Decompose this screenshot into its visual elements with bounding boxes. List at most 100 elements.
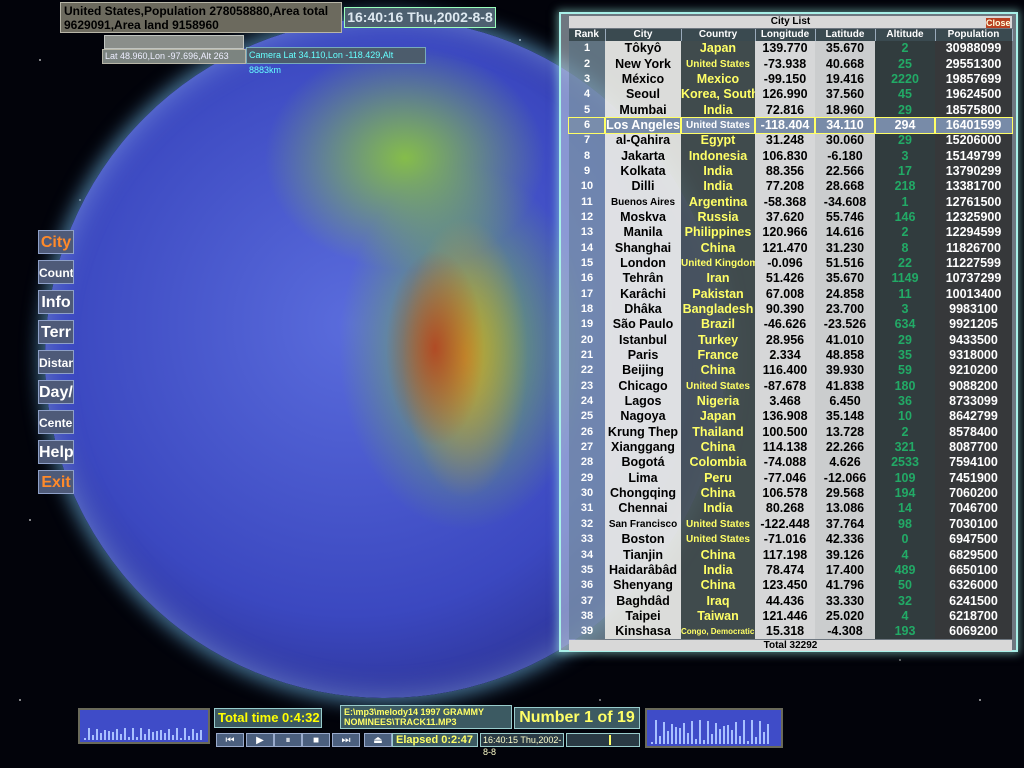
- table-row[interactable]: 23 Chicago United States -87.678 41.838 180 90…: [569, 378, 1012, 394]
- cell-country: China: [681, 363, 755, 379]
- spectrum-bar: [759, 721, 761, 744]
- seek-bar[interactable]: [566, 733, 640, 747]
- cell-lat: 13.086: [815, 501, 875, 517]
- cell-country: Turkey: [681, 332, 755, 348]
- pause-button[interactable]: ⏸: [274, 733, 302, 747]
- spectrum-bar: [180, 737, 182, 740]
- table-row[interactable]: 31 Chennai India 80.268 13.086 14 7046700: [569, 501, 1012, 517]
- table-row[interactable]: 32 San Francisco United States -122.448 37.7…: [569, 516, 1012, 532]
- cell-country: Taiwan: [681, 608, 755, 625]
- cell-lat: 28.668: [815, 179, 875, 195]
- cell-country: Iraq: [681, 593, 755, 609]
- clock-display: 16:40:16 Thu,2002-8-8: [344, 7, 496, 28]
- city-list-panel: City List Close Rank City Country Longitude…: [559, 12, 1018, 652]
- column-header[interactable]: Rank: [569, 29, 606, 41]
- table-row[interactable]: 5 Mumbai India 72.816 18.960 29 18575800: [569, 102, 1012, 118]
- table-row[interactable]: 18 Dhâka Bangladesh 90.390 23.700 3 9983100: [569, 301, 1012, 318]
- cell-rank: 33: [569, 532, 605, 548]
- spectrum-bar: [188, 735, 190, 740]
- column-header[interactable]: Longitude: [755, 29, 816, 41]
- cell-lat: 39.930: [815, 363, 875, 379]
- table-row[interactable]: 22 Beijing China 116.400 39.930 59 9210200: [569, 363, 1012, 379]
- table-row[interactable]: 4 Seoul Korea, South 126.990 37.560 45 1962450…: [569, 87, 1012, 103]
- cell-city: Seoul: [605, 87, 681, 103]
- table-row[interactable]: 9 Kolkata India 88.356 22.566 17 13790299: [569, 163, 1012, 180]
- column-header[interactable]: Population: [935, 29, 1013, 41]
- cell-rank: 15: [569, 255, 605, 272]
- table-row[interactable]: 27 Xianggang China 114.138 22.266 321 8087700: [569, 439, 1012, 456]
- table-row[interactable]: 34 Tianjin China 117.198 39.126 4 6829500: [569, 547, 1012, 563]
- menu-terrain-button[interactable]: Terr: [38, 320, 74, 344]
- cell-city: México: [605, 71, 681, 88]
- play-button[interactable]: ▶: [246, 733, 274, 747]
- spectrum-bar: [695, 738, 697, 744]
- cell-lon: 126.990: [755, 87, 815, 103]
- table-row[interactable]: 21 Paris France 2.334 48.858 35 9318000: [569, 347, 1012, 364]
- cell-lat: 55.746: [815, 209, 875, 226]
- close-button[interactable]: Close: [986, 18, 1011, 28]
- cell-pop: 8087700: [935, 439, 1012, 456]
- menu-distance-button[interactable]: Distance: [38, 350, 74, 374]
- table-row[interactable]: 3 México Mexico -99.150 19.416 2220 19857699: [569, 71, 1012, 88]
- table-row[interactable]: 20 Istanbul Turkey 28.956 41.010 29 9433500: [569, 332, 1012, 348]
- table-row[interactable]: 10 Dilli India 77.208 28.668 218 13381700: [569, 179, 1012, 195]
- table-row[interactable]: 17 Karâchi Pakistan 67.008 24.858 11 10013400: [569, 286, 1012, 302]
- menu-help-button[interactable]: Help: [38, 440, 74, 464]
- spectrum-bar: [148, 729, 150, 740]
- table-row[interactable]: 29 Lima Peru -77.046 -12.066 109 7451900: [569, 470, 1012, 486]
- table-row[interactable]: 16 Tehrân Iran 51.426 35.670 1149 10737299: [569, 271, 1012, 287]
- cell-alt: 146: [875, 209, 935, 226]
- cell-alt: 14: [875, 501, 935, 517]
- menu-center-button[interactable]: Center: [38, 410, 74, 434]
- stop-button[interactable]: ■: [302, 733, 330, 747]
- cell-country: France: [681, 347, 755, 364]
- table-row[interactable]: 7 al-Qahira Egypt 31.248 30.060 29 15206000: [569, 133, 1012, 149]
- table-row[interactable]: 35 Haidarâbâd India 78.474 17.400 489 6650100: [569, 562, 1012, 579]
- cell-lat: 35.148: [815, 409, 875, 425]
- table-row[interactable]: 1 Tôkyô Japan 139.770 35.670 2 30988099: [569, 41, 1012, 57]
- cell-country: Iran: [681, 271, 755, 287]
- table-row[interactable]: 14 Shanghai China 121.470 31.230 8 11826700: [569, 240, 1012, 256]
- cell-lon: 31.248: [755, 133, 815, 149]
- menu-info-button[interactable]: Info: [38, 290, 74, 314]
- previous-track-button[interactable]: ⏮: [216, 733, 244, 747]
- column-header[interactable]: Latitude: [815, 29, 876, 41]
- table-row[interactable]: 2 New York United States -73.938 40.668 25 295…: [569, 56, 1012, 72]
- table-row[interactable]: 15 London United Kingdom -0.096 51.516 22 1122…: [569, 255, 1012, 272]
- seek-handle[interactable]: [609, 735, 611, 745]
- cell-lat: 17.400: [815, 562, 875, 579]
- menu-country-button[interactable]: Country: [38, 260, 74, 284]
- table-row[interactable]: 25 Nagoya Japan 136.908 35.148 10 8642799: [569, 409, 1012, 425]
- eject-button[interactable]: ⏏: [364, 733, 392, 747]
- table-row[interactable]: 6 Los Angeles United States -118.404 34.110 2…: [568, 116, 1013, 135]
- cell-lon: 15.318: [755, 624, 815, 640]
- menu-daynight-button[interactable]: Day/N: [38, 380, 74, 404]
- table-header-row: Rank City Country Longitude Latitude Altitude…: [569, 29, 1013, 41]
- column-header[interactable]: Altitude: [875, 29, 936, 41]
- cell-lon: 121.446: [755, 608, 815, 625]
- table-row[interactable]: 33 Boston United States -71.016 42.336 0 69475…: [569, 532, 1012, 548]
- table-row[interactable]: 28 Bogotá Colombia -74.088 4.626 2533 7594100: [569, 455, 1012, 471]
- table-row[interactable]: 37 Baghdâd Iraq 44.436 33.330 32 6241500: [569, 593, 1012, 609]
- next-track-button[interactable]: ⏭: [332, 733, 360, 747]
- table-row[interactable]: 38 Taipei Taiwan 121.446 25.020 4 6218700: [569, 608, 1012, 625]
- column-header[interactable]: Country: [681, 29, 756, 41]
- column-header[interactable]: City: [605, 29, 682, 41]
- table-row[interactable]: 24 Lagos Nigeria 3.468 6.450 36 8733099: [569, 393, 1012, 410]
- cell-lat: 34.110: [814, 116, 876, 135]
- menu-city-button[interactable]: City: [38, 230, 74, 254]
- table-row[interactable]: 12 Moskva Russia 37.620 55.746 146 12325900: [569, 209, 1012, 226]
- table-row[interactable]: 39KinshasaCongo, Democratic Republic of …: [569, 624, 1012, 640]
- table-row[interactable]: 19 São Paulo Brazil -46.626 -23.526 634 992120…: [569, 317, 1012, 333]
- spectrum-bar: [164, 732, 166, 740]
- cell-city: Krung Thep: [605, 424, 681, 440]
- table-row[interactable]: 30 Chongqing China 106.578 29.568 194 7060200: [569, 485, 1012, 502]
- menu-exit-button[interactable]: Exit: [38, 470, 74, 494]
- table-row[interactable]: 36 Shenyang China 123.450 41.796 50 6326000: [569, 578, 1012, 594]
- table-row[interactable]: 13 Manila Philippines 120.966 14.616 2 1229459…: [569, 225, 1012, 241]
- table-row[interactable]: 8 Jakarta Indonesia 106.830 -6.180 3 15149799: [569, 148, 1012, 164]
- table-row[interactable]: 11 Buenos Aires Argentina -58.368 -34.608 1 12…: [569, 194, 1012, 210]
- table-row[interactable]: 26 Krung Thep Thailand 100.500 13.728 2 857840…: [569, 424, 1012, 440]
- cell-alt: 1: [875, 194, 935, 210]
- cell-rank: 11: [569, 194, 605, 210]
